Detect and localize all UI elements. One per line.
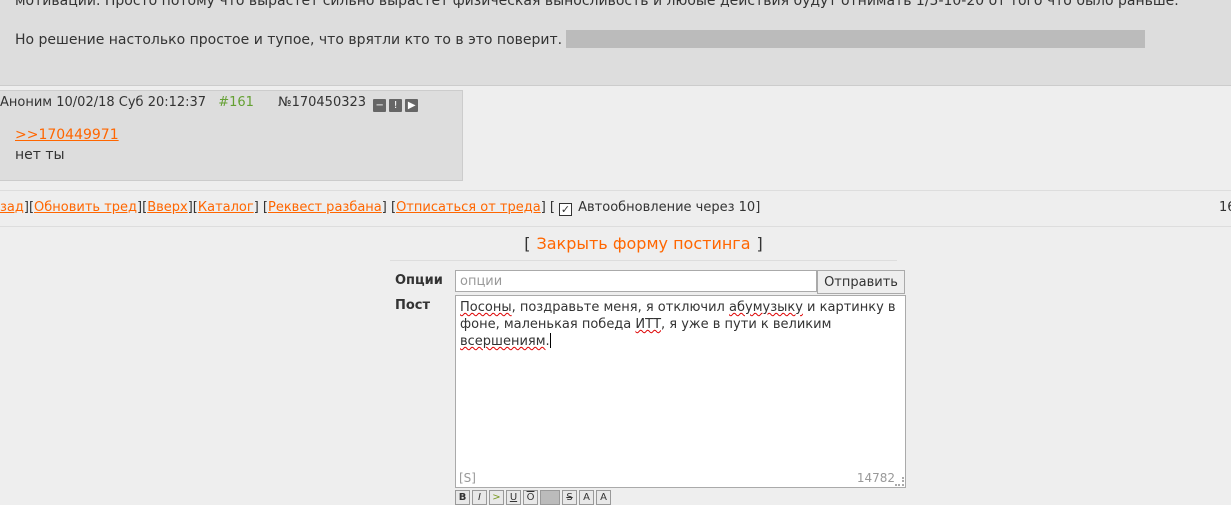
spoiler-tag-button[interactable]: [S] (459, 471, 476, 485)
nav-catalog-link[interactable]: Каталог (198, 200, 254, 215)
hide-post-icon[interactable]: − (373, 99, 387, 112)
underline-button[interactable]: U (506, 490, 521, 505)
op-post: мотивации. Просто потому что вырастет си… (0, 0, 1231, 86)
submit-button[interactable]: Отправить (817, 270, 905, 294)
misspelled-word: всершениям (460, 334, 546, 349)
nav-unsubscribe-link[interactable]: Отписаться от треда (396, 200, 541, 215)
op-post-text-line: Но решение настолько простое и тупое, чт… (15, 30, 1146, 49)
subscript-button[interactable]: A (596, 490, 611, 505)
bold-button[interactable]: B (455, 490, 470, 505)
quote-button[interactable]: > (489, 490, 504, 505)
post-textarea-content[interactable]: Посоны, поздравьте меня, я отключил абум… (460, 299, 900, 350)
close-form-row: [Закрыть форму постинга] (390, 234, 897, 261)
misspelled-word: Посоны (460, 300, 512, 315)
post-counter: 16 (1219, 200, 1231, 215)
nav-up-link[interactable]: Вверх (147, 200, 188, 215)
play-icon[interactable]: ▶ (405, 99, 419, 112)
markup-toolbar: B I > U O S A A (455, 490, 613, 505)
misspelled-word: ИТТ (635, 317, 662, 332)
thread-nav-bar: зад][Обновить тред][Вверх][Каталог] [Рек… (0, 190, 1231, 227)
post-text-fragment: , я уже в пути к великим (661, 317, 832, 332)
options-input[interactable] (455, 270, 817, 292)
nav-back-link[interactable]: зад (0, 200, 24, 215)
op-post-text-line: мотивации. Просто потому что вырастет си… (15, 0, 1179, 9)
nav-unban-request-link[interactable]: Реквест разбана (268, 200, 382, 215)
post-header: Аноним 10/02/18 Суб 20:12:37 #161 №17045… (0, 95, 419, 112)
close-form-link[interactable]: Закрыть форму постинга (536, 234, 750, 253)
post-id-link[interactable]: №170450323 (278, 95, 366, 110)
post-text-fragment: , поздравьте меня, я отключил (511, 300, 730, 315)
spoiler-button[interactable] (540, 490, 560, 505)
autoupdate-label: Автообновление через 10 (578, 200, 756, 215)
nav-refresh-link[interactable]: Обновить тред (34, 200, 137, 215)
thread-nav-links: зад][Обновить тред][Вверх][Каталог] [Рек… (0, 200, 761, 216)
reply-reference-link[interactable]: >>170449971 (15, 127, 119, 143)
reply-text: нет ты (15, 147, 65, 163)
reply-post: Аноним 10/02/18 Суб 20:12:37 #161 №17045… (0, 90, 463, 181)
report-icon[interactable]: ! (389, 99, 403, 112)
options-label: Опции (395, 273, 443, 288)
spoiler-block[interactable] (566, 30, 1146, 48)
char-counter: 14782 (856, 471, 895, 485)
post-datetime: 10/02/18 Суб 20:12:37 (56, 95, 207, 110)
text-caret (549, 333, 551, 348)
superscript-button[interactable]: A (579, 490, 594, 505)
post-label: Пост (395, 298, 431, 313)
misspelled-word: абумузыку (729, 300, 803, 315)
op-post-text: Но решение настолько простое и тупое, чт… (15, 32, 563, 48)
resize-handle[interactable] (895, 477, 904, 486)
italic-button[interactable]: I (472, 490, 487, 505)
post-textarea[interactable]: Посоны, поздравьте меня, я отключил абум… (455, 295, 906, 488)
autoupdate-checkbox[interactable]: ✓ (558, 203, 572, 216)
overline-button[interactable]: O (523, 490, 538, 505)
post-number[interactable]: #161 (218, 95, 254, 110)
strike-button[interactable]: S (562, 490, 577, 505)
post-author: Аноним (0, 95, 53, 110)
